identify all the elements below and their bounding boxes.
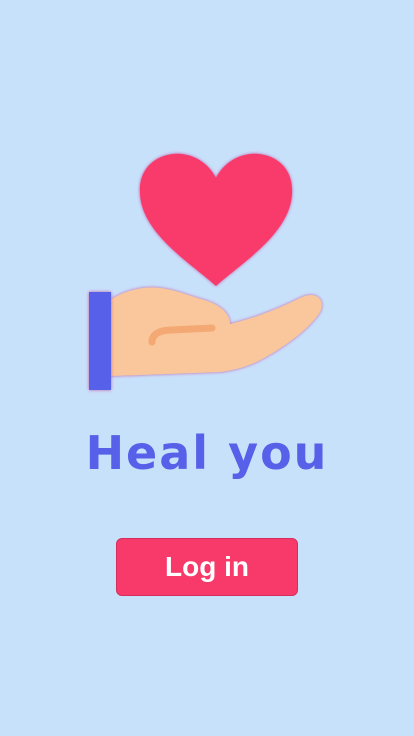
- sleeve-cuff-icon: [89, 292, 111, 390]
- heart-icon: [139, 153, 293, 286]
- hand-holding-heart-icon: [80, 148, 340, 398]
- login-button[interactable]: Log in: [116, 538, 298, 596]
- hand-icon: [110, 287, 322, 376]
- app-title: Heal you: [85, 426, 329, 480]
